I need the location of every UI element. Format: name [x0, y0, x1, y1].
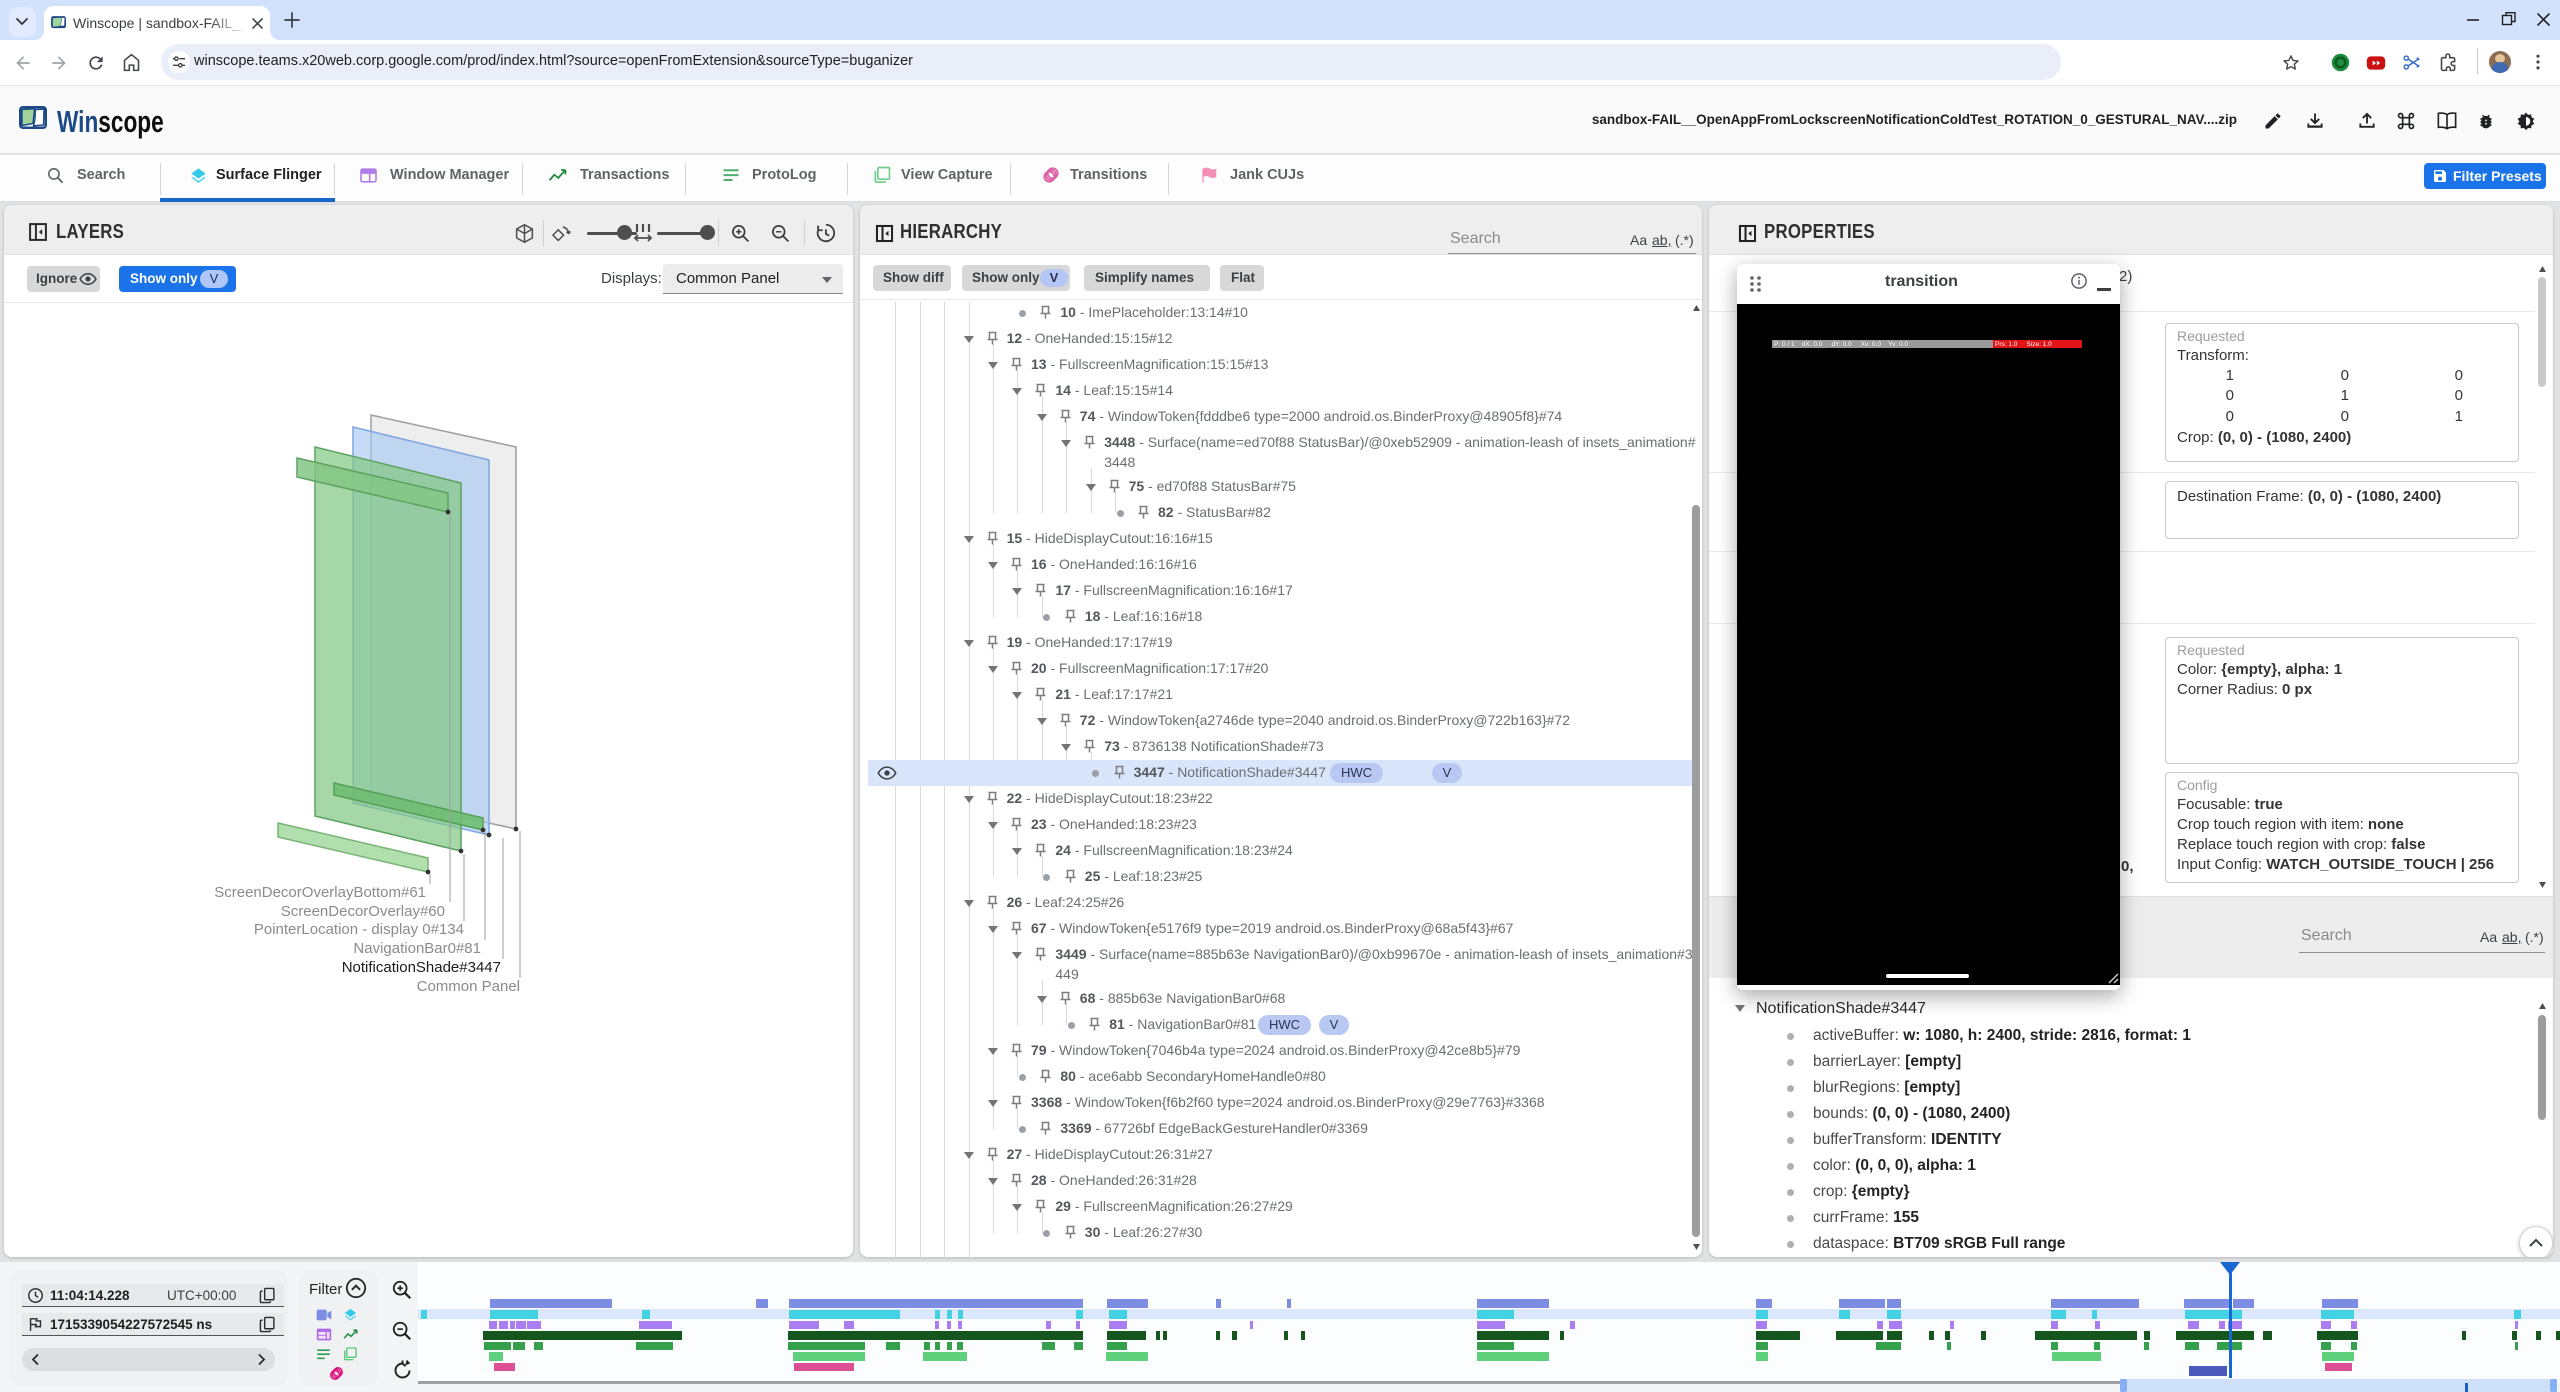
svg-text:NotificationShade#3447: NotificationShade#3447: [342, 959, 501, 976]
svg-text:NavigationBar0#81: NavigationBar0#81: [353, 940, 481, 957]
svg-text:Common Panel: Common Panel: [417, 978, 520, 995]
svg-text:ScreenDecorOverlay#60: ScreenDecorOverlay#60: [281, 903, 445, 920]
svg-text:PointerLocation - display 0#13: PointerLocation - display 0#134: [254, 921, 464, 938]
svg-text:ScreenDecorOverlayBottom#61: ScreenDecorOverlayBottom#61: [214, 884, 426, 901]
